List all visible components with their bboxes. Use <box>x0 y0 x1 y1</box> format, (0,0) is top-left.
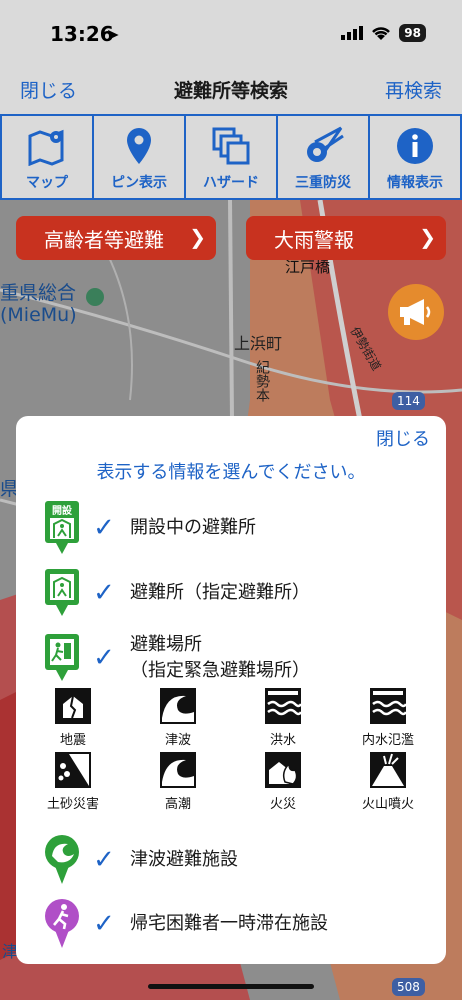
tsunami-facility-icon <box>45 835 79 884</box>
hazard-fire[interactable]: 火災 <box>233 752 333 812</box>
option-label: 開設中の避難所 <box>130 517 256 538</box>
hazard-label: 地震 <box>59 733 86 748</box>
map-pin-icon <box>25 124 69 168</box>
svg-text:開設: 開設 <box>52 504 73 517</box>
flood-icon <box>265 688 301 724</box>
hazard-label: 火山噴火 <box>361 797 414 812</box>
tool-hazard-button[interactable]: ハザード <box>184 114 278 200</box>
hazard-label: 高潮 <box>164 797 191 812</box>
chevron-right-icon: ❯ <box>419 225 436 249</box>
tsunami-icon <box>160 688 196 724</box>
toolbar: マップ ピン表示 ハザード 三重防災 情報表示 <box>0 114 462 200</box>
wifi-icon <box>372 26 391 40</box>
map-label-town: 上浜町 <box>234 334 283 353</box>
hazard-tsunami[interactable]: 津波 <box>128 688 228 748</box>
battery-indicator: 98 <box>399 24 426 42</box>
checkmark-icon: ✓ <box>93 513 115 543</box>
volcano-icon <box>370 752 406 788</box>
stranded-commuter-icon <box>45 899 79 948</box>
landslide-icon <box>55 752 91 788</box>
hazard-layers-icon <box>209 124 253 168</box>
storm-surge-icon <box>160 752 196 788</box>
checkmark-icon: ✓ <box>93 909 115 939</box>
mie-bousai-icon <box>301 124 345 168</box>
hazard-label: 火災 <box>269 797 296 812</box>
tool-map-button[interactable]: マップ <box>0 114 94 200</box>
option-tsunami-facility[interactable]: ✓ 津波避難施設 <box>44 834 238 886</box>
inland-flood-icon <box>370 688 406 724</box>
option-label: 帰宅困難者一時滞在施設 <box>130 913 328 934</box>
status-bar: 13:26 ➤ 98 <box>0 0 462 70</box>
checkmark-icon: ✓ <box>93 845 115 875</box>
panel-title: 表示する情報を選んでください。 <box>96 462 366 483</box>
hazard-earthquake[interactable]: 地震 <box>23 688 123 748</box>
option-open-shelter[interactable]: 開設 ✓ 開設中の避難所 <box>44 500 256 556</box>
tool-mie-bousai-button[interactable]: 三重防災 <box>276 114 370 200</box>
option-label: 津波避難施設 <box>130 849 238 870</box>
earthquake-icon <box>55 688 91 724</box>
hazard-landslide[interactable]: 土砂災害 <box>23 752 123 812</box>
location-arrow-icon: ➤ <box>106 25 120 44</box>
option-label-line1: 避難場所 <box>130 634 202 655</box>
tool-label: 三重防災 <box>295 175 351 191</box>
pin-icon <box>117 124 161 168</box>
chevron-right-icon: ❯ <box>189 225 206 249</box>
hazard-label: 土砂災害 <box>46 797 99 812</box>
route-shield: 114 <box>392 392 425 410</box>
fire-icon <box>265 752 301 788</box>
info-icon <box>393 124 437 168</box>
checkmark-icon: ✓ <box>93 578 115 608</box>
hazard-volcano[interactable]: 火山噴火 <box>338 752 438 812</box>
open-shelter-icon: 開設 <box>45 501 79 554</box>
hazard-label: 内水氾濫 <box>361 733 414 748</box>
hazard-label: 津波 <box>164 733 191 748</box>
alert-elderly-evacuation-chip[interactable]: 高齢者等避難 ❯ <box>16 216 216 260</box>
cellular-signal-icon <box>341 26 364 40</box>
map-label-prefecture: 重県総合 <box>0 282 77 304</box>
hazard-flood[interactable]: 洪水 <box>233 688 333 748</box>
research-button[interactable]: 再検索 <box>385 76 442 103</box>
evacuation-site-icon <box>45 634 79 681</box>
map-label-museum: (MieMu) <box>0 304 77 326</box>
status-time: 13:26 <box>50 22 114 46</box>
tool-pin-button[interactable]: ピン表示 <box>92 114 186 200</box>
hazard-storm-surge[interactable]: 高潮 <box>128 752 228 812</box>
panel-close-button[interactable]: 閉じる <box>376 425 430 451</box>
tool-label: ハザード <box>203 175 259 191</box>
option-label-line2: （指定緊急避難場所） <box>130 660 310 681</box>
layer-selection-panel: 閉じる 表示する情報を選んでください。 開設 ✓ 開設中の避難所 ✓ 避難所（指… <box>16 416 446 964</box>
route-shield-2: 508 <box>392 978 425 996</box>
option-label: 避難場所 （指定緊急避難場所） <box>130 632 310 684</box>
hazard-inland-flood[interactable]: 内水氾濫 <box>338 688 438 748</box>
chip-label: 高齢者等避難 <box>44 227 164 252</box>
tool-info-button[interactable]: 情報表示 <box>368 114 462 200</box>
home-indicator <box>148 984 314 989</box>
checkmark-icon: ✓ <box>93 643 115 673</box>
tool-label: ピン表示 <box>111 175 167 191</box>
option-stranded-commuter-facility[interactable]: ✓ 帰宅困難者一時滞在施設 <box>44 898 328 950</box>
megaphone-icon <box>400 299 431 325</box>
map-label-road1: 紀勢本 <box>254 360 270 402</box>
hazard-label: 洪水 <box>269 733 296 748</box>
chip-label: 大雨警報 <box>274 227 354 252</box>
tool-label: マップ <box>26 175 68 191</box>
option-shelter[interactable]: ✓ 避難所（指定避難所） <box>44 568 310 618</box>
option-evacuation-site[interactable]: ✓ 避難場所 （指定緊急避難場所） <box>44 632 310 684</box>
shelter-icon <box>45 569 79 616</box>
museum-icon <box>86 288 104 306</box>
megaphone-button[interactable] <box>388 284 444 340</box>
tool-label: 情報表示 <box>387 175 443 191</box>
nav-bar: 閉じる 避難所等検索 再検索 <box>0 70 462 114</box>
option-label: 避難所（指定避難所） <box>130 582 310 603</box>
alert-heavy-rain-chip[interactable]: 大雨警報 ❯ <box>246 216 446 260</box>
